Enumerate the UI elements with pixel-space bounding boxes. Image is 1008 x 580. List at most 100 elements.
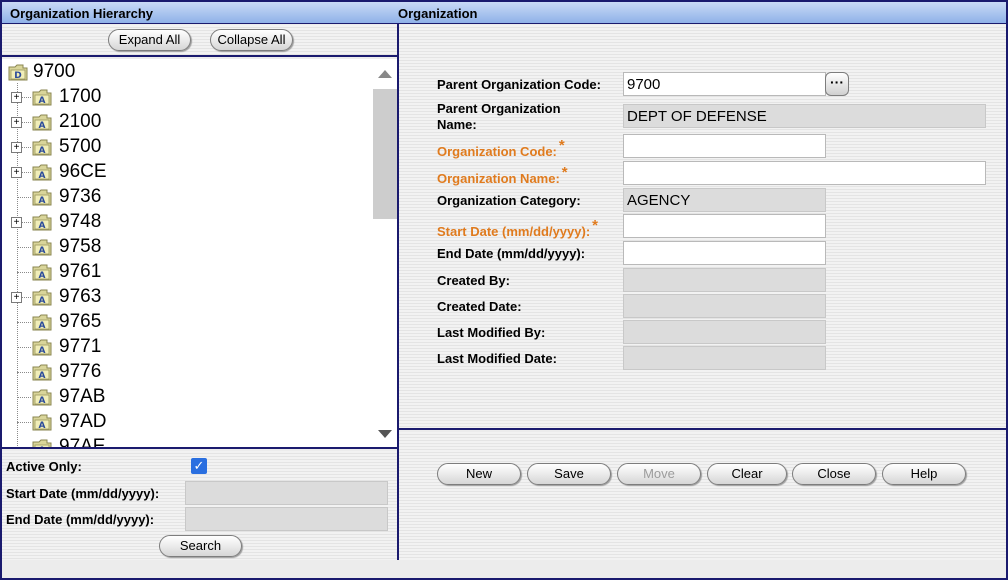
folder-a-graphic: A <box>32 414 52 431</box>
svg-text:A: A <box>39 171 46 181</box>
tree-item[interactable]: A 9736 <box>2 185 367 210</box>
folder-a-icon: A <box>32 388 52 406</box>
org-code-label-text: Organization Code: <box>437 144 557 159</box>
folder-a-icon: A <box>32 338 52 356</box>
tree-item[interactable]: + A 9763 <box>2 285 367 310</box>
tree-connector <box>17 422 31 423</box>
scroll-up-icon[interactable] <box>378 70 392 78</box>
new-button[interactable]: New <box>437 463 521 485</box>
start-date-input[interactable] <box>623 214 826 238</box>
svg-text:A: A <box>39 271 46 281</box>
tree-item[interactable]: + A 5700 <box>2 135 367 160</box>
tree-item-label: 96CE <box>59 161 107 182</box>
folder-a-icon: A <box>32 438 52 449</box>
expand-plus-icon[interactable]: + <box>11 292 22 303</box>
start-date-label: Start Date (mm/dd/yyyy): * <box>437 217 598 240</box>
svg-text:A: A <box>39 346 46 356</box>
parent-code-lookup-button[interactable]: ··· <box>825 72 849 96</box>
folder-a-graphic: A <box>32 89 52 106</box>
required-marker: * <box>561 164 568 181</box>
folder-a-icon: A <box>32 288 52 306</box>
tree-root-item[interactable]: D 9700 <box>2 60 367 85</box>
folder-a-graphic: A <box>32 289 52 306</box>
save-button[interactable]: Save <box>527 463 611 485</box>
tree-connector <box>17 372 31 373</box>
tree-item[interactable]: A 97AD <box>2 410 367 435</box>
org-name-input[interactable] <box>623 161 986 185</box>
filter-start-date-input[interactable] <box>185 481 388 505</box>
folder-a-graphic: A <box>32 314 52 331</box>
folder-a-icon: A <box>32 188 52 206</box>
tree-connector <box>17 197 31 198</box>
required-marker: * <box>592 217 598 234</box>
last-modified-date-label: Last Modified Date: <box>437 351 557 366</box>
last-modified-by-label: Last Modified By: <box>437 325 546 340</box>
expand-plus-icon[interactable]: + <box>11 92 22 103</box>
collapse-all-button[interactable]: Collapse All <box>210 29 293 51</box>
close-button[interactable]: Close <box>792 463 876 485</box>
svg-text:A: A <box>39 146 46 156</box>
filter-end-date-input[interactable] <box>185 507 388 531</box>
created-by-label: Created By: <box>437 273 510 288</box>
tree-item[interactable]: A 9761 <box>2 260 367 285</box>
svg-text:A: A <box>39 96 46 106</box>
svg-text:D: D <box>14 71 21 81</box>
svg-text:A: A <box>39 371 46 381</box>
tree-scrollbar[interactable] <box>369 59 397 447</box>
org-code-input[interactable] <box>623 134 826 158</box>
expand-plus-icon[interactable]: + <box>11 117 22 128</box>
tree-item[interactable]: A 97AE <box>2 435 367 449</box>
folder-a-icon: A <box>32 413 52 431</box>
folder-a-icon: A <box>32 138 52 156</box>
tree-connector <box>17 247 31 248</box>
tree-item[interactable]: A 9776 <box>2 360 367 385</box>
clear-button[interactable]: Clear <box>707 463 787 485</box>
folder-d-icon: D <box>8 63 28 81</box>
required-marker: * <box>558 137 565 154</box>
action-bar: New Save Move Clear Close Help <box>399 432 1006 560</box>
expand-plus-icon[interactable]: + <box>11 142 22 153</box>
svg-text:A: A <box>39 321 46 331</box>
tree-item[interactable]: + A 2100 <box>2 110 367 135</box>
tree-item-label: 97AD <box>59 411 107 432</box>
expand-plus-icon[interactable]: + <box>11 217 22 228</box>
start-date-label-text: Start Date (mm/dd/yyyy): <box>437 224 591 239</box>
last-modified-date-field <box>623 346 826 370</box>
active-only-checkbox[interactable]: ✓ <box>191 458 207 474</box>
end-date-label: End Date (mm/dd/yyyy): <box>437 246 586 261</box>
end-date-input[interactable] <box>623 241 826 265</box>
tree-item-label: 9765 <box>59 311 102 332</box>
tree-toolbar: Expand All Collapse All <box>2 25 397 57</box>
move-button[interactable]: Move <box>617 463 701 485</box>
created-date-field <box>623 294 826 318</box>
tree-item[interactable]: + A 96CE <box>2 160 367 185</box>
folder-a-graphic: A <box>32 264 52 281</box>
parent-code-input[interactable] <box>623 72 826 96</box>
tree-item-label: 5700 <box>59 136 102 157</box>
tree-item[interactable]: A 9771 <box>2 335 367 360</box>
svg-text:A: A <box>39 421 46 431</box>
folder-a-graphic: A <box>32 339 52 356</box>
hierarchy-title: Organization Hierarchy <box>10 6 154 21</box>
org-name-label: Organization Name: * <box>437 164 568 187</box>
expand-plus-icon[interactable]: + <box>11 167 22 178</box>
scroll-down-icon[interactable] <box>378 430 392 438</box>
organization-tree[interactable]: D 9700 + A 1700 + A 2100 + A 5700 + A 96CE A 9736 + A 9748… <box>2 59 397 449</box>
scroll-thumb[interactable] <box>373 89 397 219</box>
folder-a-icon: A <box>32 238 52 256</box>
svg-text:A: A <box>39 446 46 449</box>
tree-item[interactable]: A 97AB <box>2 385 367 410</box>
search-button[interactable]: Search <box>159 535 242 557</box>
help-button[interactable]: Help <box>882 463 966 485</box>
created-date-label: Created Date: <box>437 299 522 314</box>
tree-item[interactable]: + A 1700 <box>2 85 367 110</box>
expand-all-button[interactable]: Expand All <box>108 29 191 51</box>
tree-item[interactable]: A 9758 <box>2 235 367 260</box>
svg-text:A: A <box>39 196 46 206</box>
folder-d-graphic: D <box>8 64 28 81</box>
organization-form: Parent Organization Code: ··· Parent Org… <box>399 25 1006 430</box>
tree-item[interactable]: A 9765 <box>2 310 367 335</box>
svg-text:A: A <box>39 221 46 231</box>
tree-item[interactable]: + A 9748 <box>2 210 367 235</box>
tree-item-label: 9748 <box>59 211 102 232</box>
